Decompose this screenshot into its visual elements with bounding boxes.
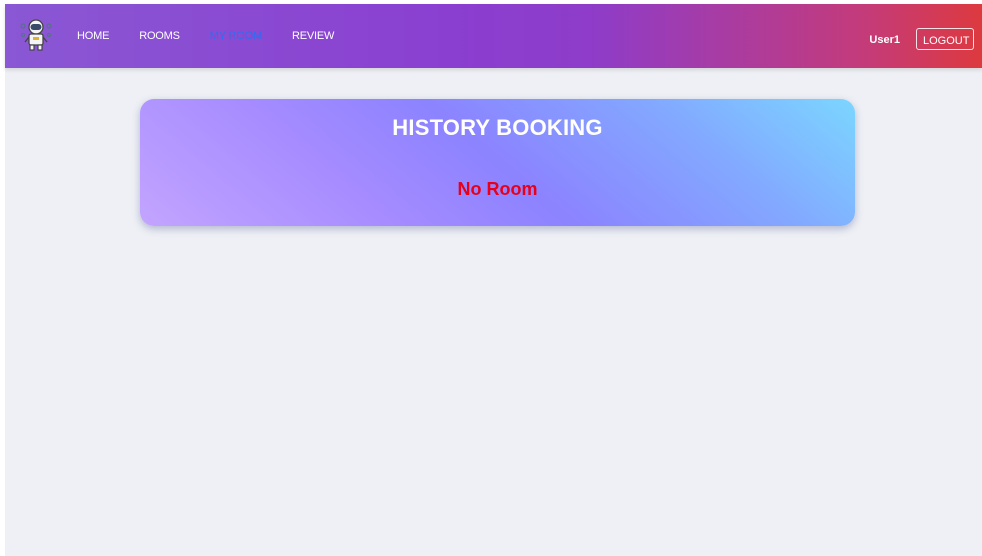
user-name: User1 — [869, 34, 900, 46]
history-booking-card: HISTORY BOOKING No Room — [140, 99, 855, 226]
logout-button[interactable]: LOGOUT — [916, 28, 974, 50]
astronaut-logo-icon[interactable] — [19, 18, 53, 52]
nav-link-review[interactable]: REVIEW — [292, 30, 334, 42]
page-title: HISTORY BOOKING — [392, 115, 603, 140]
empty-state-message: No Room — [457, 179, 538, 199]
main-nav: HOME ROOMS MY ROOM REVIEW — [77, 4, 364, 68]
page-viewport: HOME ROOMS MY ROOM REVIEW User1 LOGOUT H… — [5, 4, 982, 556]
nav-link-my-room[interactable]: MY ROOM — [210, 30, 262, 42]
nav-link-rooms[interactable]: ROOMS — [139, 30, 180, 42]
nav-link-home[interactable]: HOME — [77, 30, 109, 42]
top-navbar: HOME ROOMS MY ROOM REVIEW User1 LOGOUT — [5, 4, 982, 68]
